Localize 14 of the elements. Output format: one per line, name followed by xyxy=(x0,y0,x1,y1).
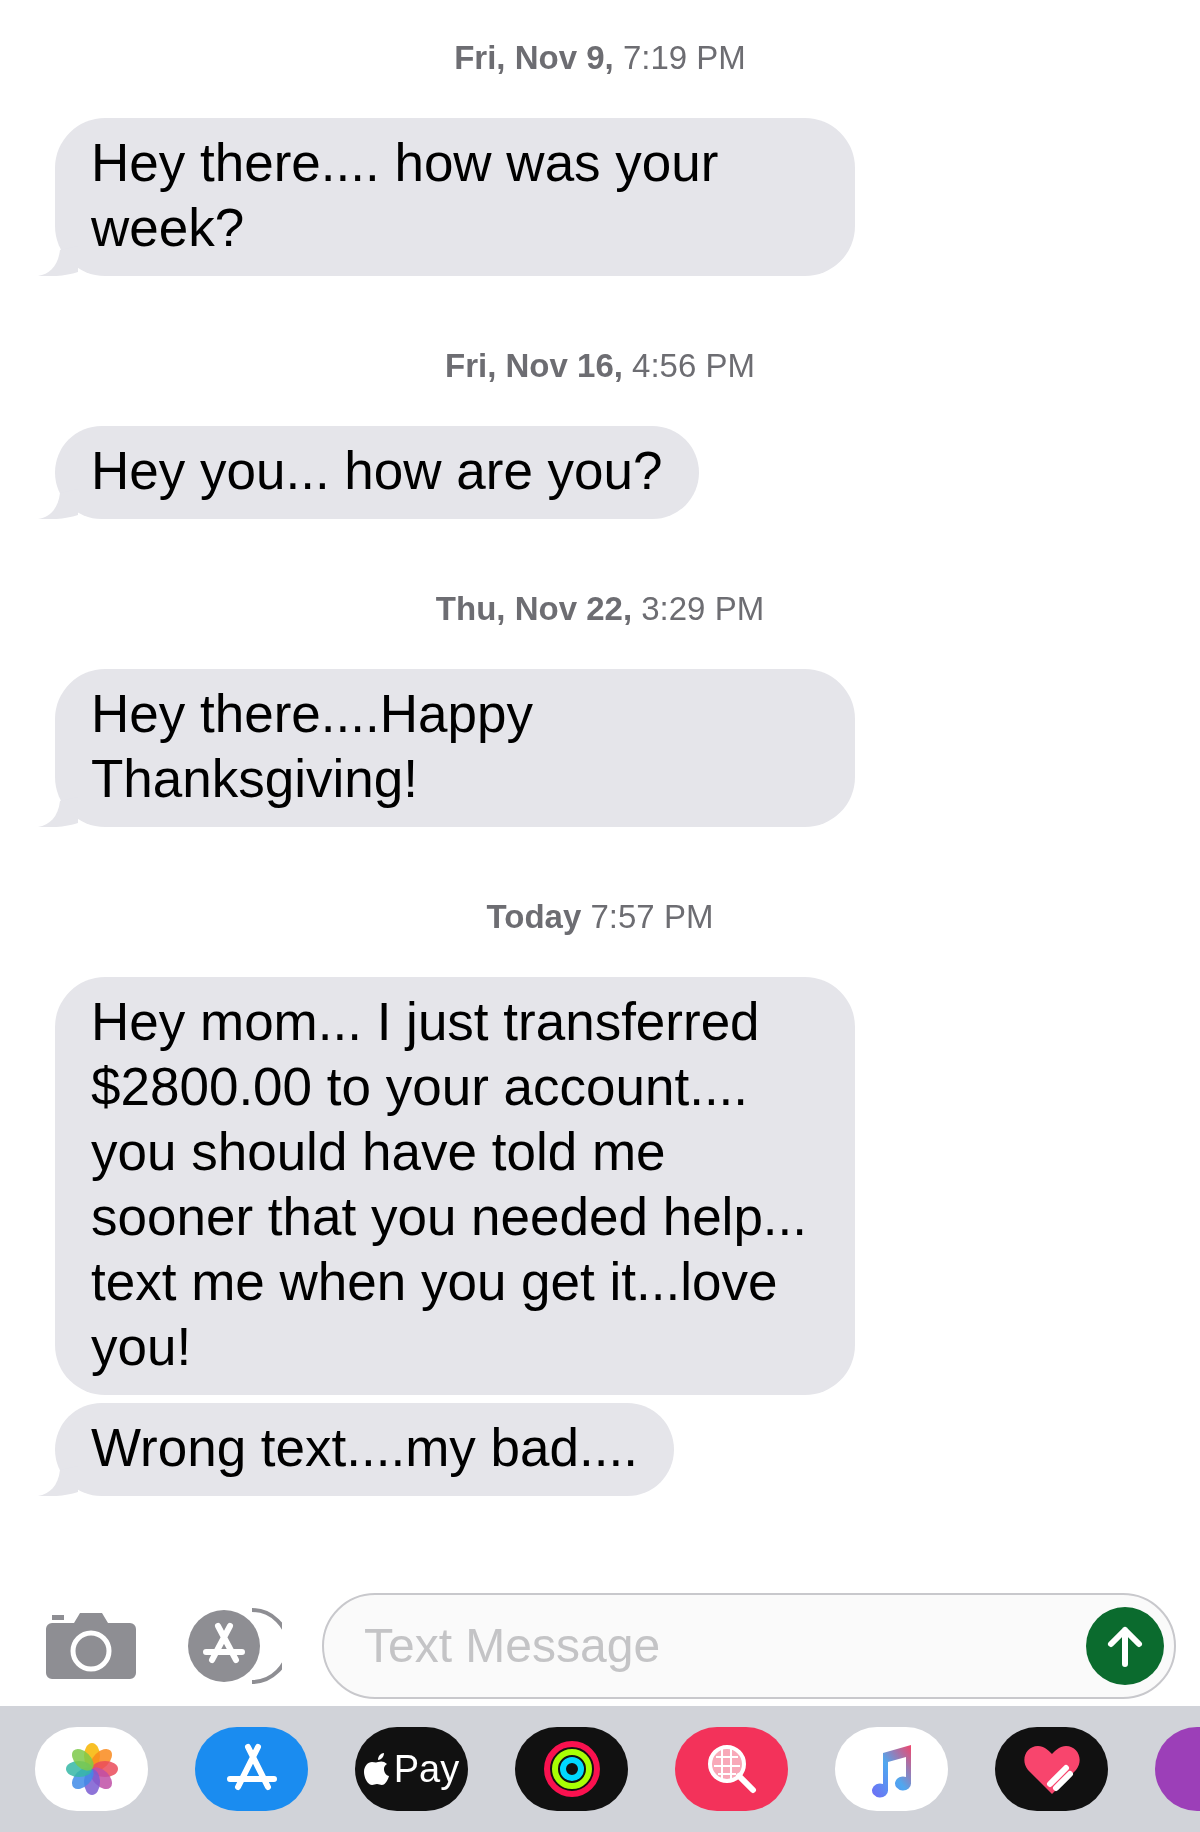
timestamp: Today 7:57 PM xyxy=(485,897,715,937)
message-bubble: Hey there.... how was your week? xyxy=(55,118,855,276)
send-button[interactable] xyxy=(1086,1607,1164,1685)
message-bubble: Hey there....Happy Thanksgiving! xyxy=(55,669,855,827)
camera-icon[interactable] xyxy=(44,1611,138,1681)
timestamp: Fri, Nov 16, 4:56 PM xyxy=(444,346,756,386)
timestamp: Fri, Nov 9, 7:19 PM xyxy=(453,38,747,78)
apple-icon xyxy=(363,1752,392,1786)
message-bubble: Wrong text....my bad.... xyxy=(55,1403,674,1496)
arrow-up-icon xyxy=(1105,1624,1145,1668)
apple-pay-button[interactable]: Pay xyxy=(355,1727,468,1811)
message-bubble: Hey mom... I just transferred $2800.00 to your account.... you should have told me sooner that you needed help... text me when you get it...love you! xyxy=(55,977,855,1395)
message-bubble: Hey you... how are you? xyxy=(55,426,699,519)
timestamp: Thu, Nov 22, 3:29 PM xyxy=(434,589,766,629)
